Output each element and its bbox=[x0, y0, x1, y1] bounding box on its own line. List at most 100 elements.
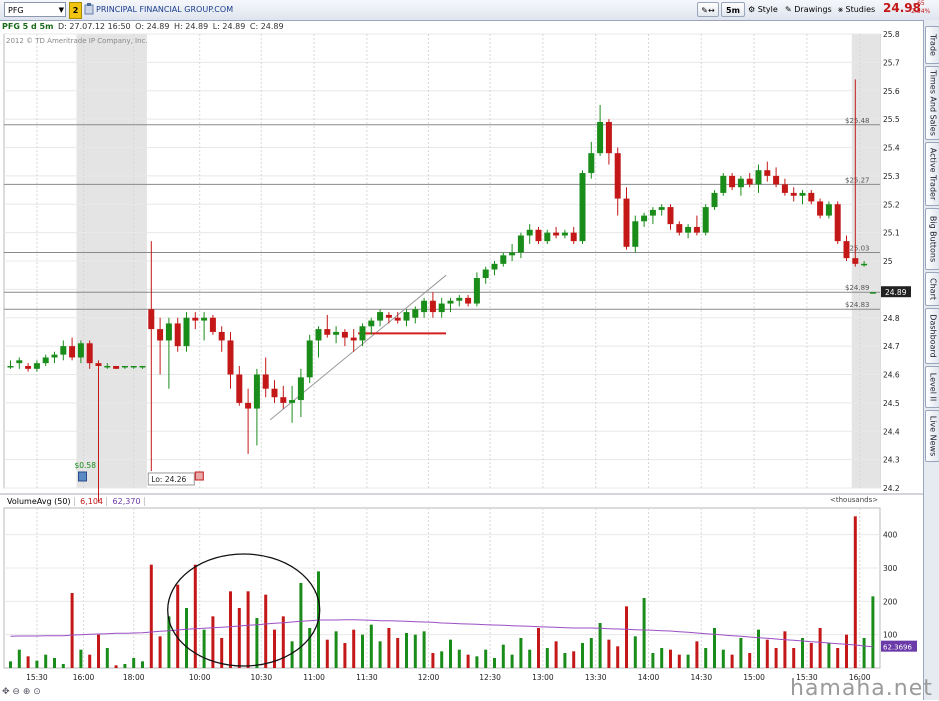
price-tick-label: 25.4 bbox=[883, 144, 900, 153]
link-badge[interactable]: 2 bbox=[69, 2, 82, 19]
style-menu[interactable]: ⚙ Style bbox=[748, 2, 778, 17]
time-tick-label: 15:00 bbox=[743, 673, 765, 682]
side-tab-trade[interactable]: Trade bbox=[925, 26, 939, 64]
candle-body bbox=[817, 201, 824, 216]
side-tab-label: Chart bbox=[928, 278, 937, 300]
timeframe-button[interactable]: 5m bbox=[721, 2, 745, 17]
volume-bar bbox=[361, 634, 364, 668]
candle-body bbox=[236, 374, 243, 403]
chevron-down-icon[interactable]: ▼ bbox=[59, 3, 64, 18]
volume-study-name[interactable]: VolumeAvg (50) bbox=[4, 497, 75, 506]
candle-body bbox=[561, 232, 568, 236]
volume-pane bbox=[3, 507, 881, 669]
crosshair-tool-icon[interactable]: ✎↔ bbox=[697, 2, 719, 17]
volume-bar bbox=[70, 593, 74, 668]
bar-open: O: 24.89 bbox=[135, 22, 170, 31]
candle-body bbox=[711, 192, 718, 208]
candle-body bbox=[16, 360, 23, 364]
candle-body bbox=[280, 397, 287, 403]
time-tick-label: 11:00 bbox=[303, 673, 325, 682]
time-tick-label: 18:00 bbox=[123, 673, 145, 682]
candle-body bbox=[7, 365, 14, 368]
volume-bar bbox=[97, 634, 100, 668]
volume-bar bbox=[422, 631, 426, 668]
reset-icon[interactable]: ⊙ bbox=[33, 687, 41, 697]
volume-bar bbox=[475, 656, 479, 668]
candle-body bbox=[781, 184, 788, 193]
volume-bar bbox=[510, 654, 514, 668]
side-tab-dashboard[interactable]: Dashboard bbox=[925, 308, 939, 364]
candle-body bbox=[377, 312, 384, 321]
company-icon bbox=[84, 2, 94, 17]
style-label: Style bbox=[757, 5, 778, 14]
candle-body bbox=[482, 269, 489, 279]
volume-bar bbox=[519, 638, 523, 668]
volume-bar bbox=[132, 658, 136, 668]
volume-bar bbox=[440, 651, 444, 668]
candle-body bbox=[42, 357, 49, 364]
volume-bar bbox=[378, 641, 382, 668]
volume-bar bbox=[581, 643, 584, 668]
candle-body bbox=[385, 314, 392, 318]
volume-bar bbox=[695, 641, 699, 668]
volume-bar bbox=[290, 641, 294, 668]
candle-body bbox=[764, 170, 771, 176]
drawings-menu[interactable]: ✎ Drawings bbox=[785, 2, 832, 17]
time-tick-label: 14:30 bbox=[690, 673, 712, 682]
price-level-label: $25.27 bbox=[845, 176, 870, 184]
price-tick-label: 24.6 bbox=[883, 371, 900, 380]
candle-body bbox=[588, 153, 595, 174]
side-tab-big-buttons[interactable]: Big Buttons bbox=[925, 208, 939, 270]
symbol-input[interactable]: PFG ▼ bbox=[4, 2, 66, 17]
candle-body bbox=[394, 317, 401, 321]
candle-body bbox=[271, 388, 278, 398]
volume-tick-label: 400 bbox=[883, 531, 898, 540]
volume-bar bbox=[563, 653, 567, 668]
volume-bar bbox=[405, 633, 408, 668]
candle-body bbox=[834, 204, 841, 242]
time-tick-label: 13:30 bbox=[585, 673, 607, 682]
studies-menu[interactable]: ⨳ Studies bbox=[838, 2, 875, 17]
pan-icon[interactable]: ✥ bbox=[2, 687, 10, 697]
chart-nav-buttons[interactable]: ✥ ⊖ ⊕ ⊙ bbox=[2, 686, 41, 698]
candle-body bbox=[429, 300, 436, 313]
candle-body bbox=[790, 192, 797, 196]
price-tick-label: 24.5 bbox=[883, 399, 900, 408]
volume-bar bbox=[669, 649, 672, 668]
side-tab-active-trader[interactable]: Active Trader bbox=[925, 142, 939, 206]
bar-high: H: 24.89 bbox=[174, 22, 209, 31]
side-tab-bar: Trade Times And Sales Active Trader Big But… bbox=[923, 20, 939, 700]
side-tab-chart[interactable]: Chart bbox=[925, 272, 939, 306]
volume-bar bbox=[845, 634, 848, 668]
volume-bar bbox=[413, 634, 417, 668]
candle-body bbox=[25, 365, 32, 369]
style-icon: ⚙ bbox=[748, 5, 756, 14]
volume-tick-label: 300 bbox=[883, 564, 898, 573]
zoom-out-icon[interactable]: ⊖ bbox=[12, 687, 20, 697]
side-tab-level-ii[interactable]: Level II bbox=[925, 366, 939, 408]
candle-body bbox=[825, 204, 832, 216]
candle-body bbox=[473, 278, 480, 304]
side-tab-live-news[interactable]: Live News bbox=[925, 410, 939, 462]
volume-bar bbox=[44, 654, 48, 668]
company-name-link[interactable]: PRINCIPAL FINANCIAL GROUP.COM bbox=[96, 2, 233, 17]
volume-bar bbox=[827, 643, 831, 668]
volume-bar bbox=[801, 638, 804, 668]
candle-body bbox=[315, 329, 322, 341]
price-chart[interactable]: 24.224.324.424.524.624.724.824.92525.125… bbox=[0, 20, 923, 700]
side-tab-times-and-sales[interactable]: Times And Sales bbox=[925, 66, 939, 140]
candle-body bbox=[148, 309, 155, 330]
volume-bar bbox=[255, 618, 259, 668]
time-tick-label: 15:30 bbox=[26, 673, 48, 682]
volume-bar bbox=[836, 648, 840, 668]
studies-label: Studies bbox=[845, 5, 876, 14]
candle-body bbox=[201, 317, 208, 321]
drawings-label: Drawings bbox=[794, 5, 832, 14]
zoom-in-icon[interactable]: ⊕ bbox=[23, 687, 31, 697]
volume-bar bbox=[79, 649, 83, 668]
volume-bar bbox=[792, 648, 796, 668]
volume-bar bbox=[185, 608, 188, 668]
candle-body bbox=[289, 400, 296, 403]
candle-body bbox=[843, 241, 850, 259]
volume-bar bbox=[53, 658, 56, 668]
